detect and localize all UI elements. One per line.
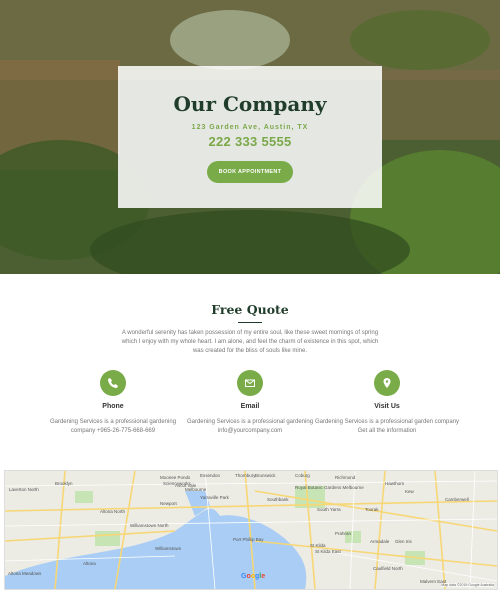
map-label: Richmond [335,475,356,480]
map-label: Royal Botanic Gardens Melbourne [295,485,364,490]
map-label: Southbank [267,497,289,502]
hero-section: Our Company 123 Garden Ave, Austin, TX 2… [0,0,500,274]
map-label: South Yarra [317,507,341,512]
map-label: Brooklyn [55,481,73,486]
map-label: Toorak [365,507,379,512]
section-heading: Free Quote [211,302,289,317]
feature-description: Gardening Services is a professional gar… [49,419,177,434]
map-label: Kew [405,489,414,494]
feature-label: Visit Us [374,403,400,410]
map-label: Essendon [200,473,221,478]
phone-icon [100,370,126,396]
map-label: Hawthorn [385,481,405,486]
map-label: Altona Meadows [8,571,42,576]
free-quote-section: Free Quote A wonderful serenity has take… [0,274,500,470]
map-label: Altona [83,561,96,566]
map-label: Camberwell [445,497,469,502]
map-label: Moonee Ponds [160,475,191,480]
map-label: St Kilda East [315,549,341,554]
feature-label: Phone [102,403,124,410]
location-pin-icon [374,370,400,396]
heading-divider [238,322,262,323]
map-label: St Kilda [310,543,326,548]
map-label: Yarraville Park [200,495,229,500]
company-title: Our Company [173,92,327,116]
map-label: Williamstown North [130,523,169,528]
map-graphic [5,471,497,589]
mail-icon [237,370,263,396]
map-label: Coburg [295,473,310,478]
map-label: Laverton North [9,487,39,492]
company-phone: 222 333 5555 [208,134,292,149]
map-label: Armadale [370,539,390,544]
map-label: Prahran [335,531,352,536]
map-label: Newport [160,501,177,506]
feature-description: Gardening Services is a professional gar… [314,419,460,434]
company-address: 123 Garden Ave, Austin, TX [191,124,309,131]
feature-visit: Visit Us Gardening Services is a profess… [312,370,462,436]
feature-label: Email [240,403,260,410]
map-label: Williamstown [155,546,182,551]
map-label: Port Phillip Bay [233,537,264,542]
map-attribution: Map data ©2019 Google Australia [441,583,494,587]
map-label: Glen Iris [395,539,412,544]
intro-paragraph: A wonderful serenity has taken possessio… [121,330,379,354]
map-label: Thornbury [235,473,256,478]
location-map[interactable]: Laverton North Brooklyn Moonee Ponds Asc… [4,470,498,590]
map-label: Scienceworks [163,481,191,486]
feature-phone: Phone Gardening Services is a profession… [38,370,188,436]
hero-card: Our Company 123 Garden Ave, Austin, TX 2… [118,66,382,208]
map-label: Brunswick [255,473,276,478]
book-appointment-button[interactable]: BOOK APPOINTMENT [207,161,293,183]
map-label: Melbourne [185,487,207,492]
feature-email: Email Gardening Services is a profession… [175,370,325,436]
google-logo: Google [241,573,266,580]
map-label: Altona North [100,509,126,514]
map-label: Caulfield North [373,566,403,571]
feature-description: Gardening Services is a professional gar… [186,419,314,434]
